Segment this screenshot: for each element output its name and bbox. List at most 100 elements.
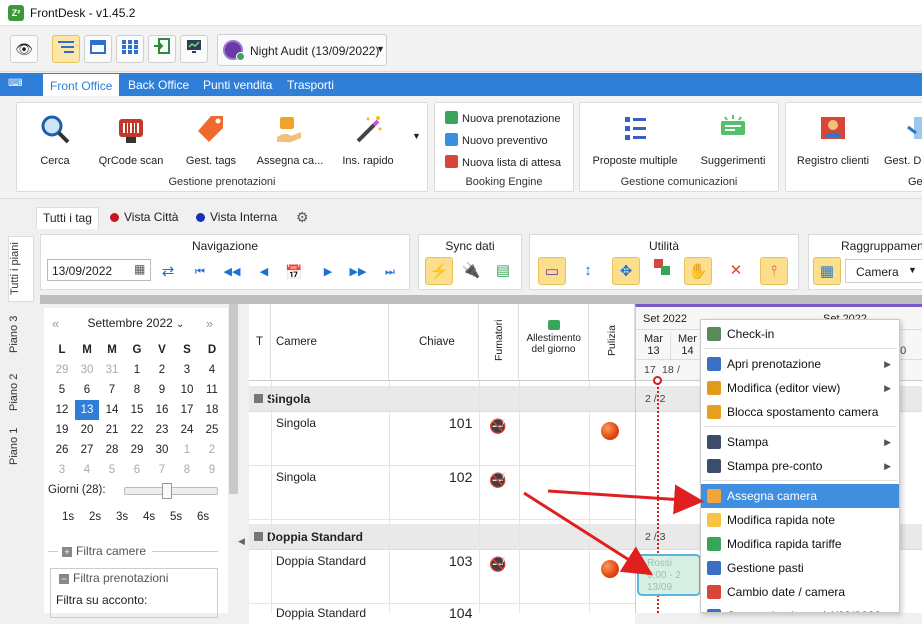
- calendar-day[interactable]: 29: [50, 360, 74, 380]
- calendar-day[interactable]: 30: [75, 360, 99, 380]
- unassign-icon[interactable]: ✕: [722, 257, 750, 285]
- calendar-icon[interactable]: ▦: [134, 262, 145, 276]
- calendar-day[interactable]: 10: [175, 380, 199, 400]
- calendar-day[interactable]: 29: [125, 440, 149, 460]
- day-button-6s[interactable]: 6s: [197, 511, 209, 523]
- header-allestimento[interactable]: Allestimento del giorno: [519, 304, 589, 380]
- tab-vista-interna[interactable]: Vista Interna: [190, 207, 283, 229]
- calendar-day[interactable]: 25: [200, 420, 224, 440]
- menu-item-blocca-spostamento-camera[interactable]: Blocca spostamento camera: [701, 400, 899, 424]
- lightning-icon[interactable]: ⚡: [425, 257, 453, 285]
- menu-item-cambio-date-camera[interactable]: Cambio date / camera: [701, 580, 899, 604]
- sync-grid-icon[interactable]: ▤: [489, 257, 517, 285]
- calendar-day[interactable]: 4: [75, 460, 99, 480]
- calendar-day[interactable]: 12: [50, 400, 74, 420]
- vtab-tutti-i-piani[interactable]: Tutti i piani: [8, 236, 34, 302]
- calendar-day[interactable]: 2: [200, 440, 224, 460]
- calendar-day[interactable]: 5: [100, 460, 124, 480]
- gear-icon[interactable]: ⚙: [296, 209, 309, 226]
- planner-view-icon[interactable]: [52, 35, 80, 63]
- day-button-1s[interactable]: 1s: [62, 511, 74, 523]
- menu-item-modifica-rapida-note[interactable]: Modifica rapida note: [701, 508, 899, 532]
- first-page-icon[interactable]: ⏮: [191, 262, 209, 282]
- calendar-day[interactable]: 6: [125, 460, 149, 480]
- menu-item-assegna-camera[interactable]: Assegna camera: [701, 484, 899, 508]
- menu-item-sposta-da-giorno-14-09-2022[interactable]: Sposta da giorno 14/09/2022: [701, 604, 899, 612]
- menu-back-office[interactable]: Back Office: [121, 73, 196, 96]
- gest-tags-button[interactable]: Gest. tags: [179, 113, 243, 167]
- calendar-day[interactable]: 4: [200, 360, 224, 380]
- back-icon[interactable]: ◀: [255, 262, 273, 282]
- day-button-2s[interactable]: 2s: [89, 511, 101, 523]
- calendar-day[interactable]: 26: [50, 440, 74, 460]
- nuova-prenotazione-button[interactable]: Nuova prenotazione: [445, 111, 560, 125]
- menu-item-modifica-rapida-tariffe[interactable]: Modifica rapida tariffe: [701, 532, 899, 556]
- next-month-icon[interactable]: »: [206, 316, 213, 331]
- calendar-day[interactable]: 8: [125, 380, 149, 400]
- calendar-day[interactable]: 13: [75, 400, 99, 420]
- calendar-day[interactable]: 9: [200, 460, 224, 480]
- filtra-prenotazioni-toggle[interactable]: − Filtra prenotazioni: [56, 571, 172, 585]
- gest-d-button[interactable]: Gest. D: [884, 113, 922, 167]
- ribbon-more-chevron-icon[interactable]: ▼: [412, 131, 421, 141]
- calendar-day[interactable]: 19: [50, 420, 74, 440]
- today-calendar-icon[interactable]: 📅: [285, 262, 303, 282]
- calendar-day[interactable]: 20: [75, 420, 99, 440]
- day-button-4s[interactable]: 4s: [143, 511, 155, 523]
- night-audit-dropdown[interactable]: Night Audit (13/09/2022) ▼: [217, 34, 387, 66]
- calendar-day[interactable]: 7: [100, 380, 124, 400]
- calendar-day[interactable]: 3: [50, 460, 74, 480]
- splitter-bar[interactable]: [40, 295, 922, 304]
- side-scrollbar[interactable]: [229, 304, 238, 494]
- calendar-day[interactable]: 11: [200, 380, 224, 400]
- menu-item-modifica-editor-view-[interactable]: Modifica (editor view) ▶: [701, 376, 899, 400]
- cleaning-status-icon[interactable]: [601, 560, 619, 578]
- ins-rapido-button[interactable]: Ins. rapido: [337, 113, 399, 167]
- date-picker[interactable]: 13/09/2022 ▦: [47, 259, 151, 281]
- suggerimenti-button[interactable]: Suggerimenti: [692, 113, 774, 167]
- menu-punti-vendita[interactable]: Punti vendita: [196, 73, 279, 96]
- giorni-slider-thumb[interactable]: [162, 483, 172, 499]
- calendar-day[interactable]: 21: [100, 420, 124, 440]
- menu-front-office[interactable]: Front Office: [42, 73, 121, 96]
- forward-icon[interactable]: ▶: [319, 262, 337, 282]
- vtab-piano-3[interactable]: Piano 3: [8, 314, 34, 354]
- raggruppamento-select[interactable]: Camera ▼: [845, 259, 922, 283]
- vtab-piano-1[interactable]: Piano 1: [8, 426, 34, 466]
- proposte-multiple-button[interactable]: Proposte multiple: [586, 113, 684, 167]
- nuovo-preventivo-button[interactable]: Nuovo preventivo: [445, 133, 548, 147]
- calendar-day[interactable]: 17: [175, 400, 199, 420]
- calendar-day[interactable]: 1: [125, 360, 149, 380]
- calendar-day[interactable]: 7: [150, 460, 174, 480]
- plug-icon[interactable]: 🔌: [457, 257, 485, 285]
- fast-forward-icon[interactable]: ▶▶: [349, 262, 367, 282]
- vtab-piano-2[interactable]: Piano 2: [8, 372, 34, 412]
- calendar-day[interactable]: 1: [175, 440, 199, 460]
- menu-item-stampa-pre-conto[interactable]: Stampa pre-conto ▶: [701, 454, 899, 478]
- eye-icon[interactable]: 👁: [10, 35, 38, 63]
- cleaning-status-icon[interactable]: [601, 422, 619, 440]
- registro-clienti-button[interactable]: Registro clienti: [792, 113, 874, 167]
- calendar-day[interactable]: 2: [150, 360, 174, 380]
- calendar-day[interactable]: 9: [150, 380, 174, 400]
- calendar-day[interactable]: 18: [200, 400, 224, 420]
- calendar-day[interactable]: 16: [150, 400, 174, 420]
- calendar-day[interactable]: 3: [175, 360, 199, 380]
- menu-item-gestione-pasti[interactable]: Gestione pasti: [701, 556, 899, 580]
- calendar-month-title[interactable]: Settembre 2022 ⌄: [44, 316, 228, 330]
- timeline-marker-icon[interactable]: ⫯: [760, 257, 788, 285]
- qrcode-scan-button[interactable]: QrCode scan: [95, 113, 167, 167]
- room-swap-icon[interactable]: [648, 257, 676, 285]
- header-camere[interactable]: Camere: [271, 304, 389, 380]
- collapse-left-icon[interactable]: ◀: [238, 536, 245, 547]
- move-arrows-icon[interactable]: ✥: [612, 257, 640, 285]
- menu-item-stampa[interactable]: Stampa ▶: [701, 430, 899, 454]
- message-icon[interactable]: ▭: [538, 257, 566, 285]
- last-page-icon[interactable]: ⏭: [381, 262, 399, 282]
- menu-item-check-in[interactable]: Check-in: [701, 322, 899, 346]
- header-fumatori[interactable]: Fumatori: [479, 304, 519, 380]
- filtra-camere-toggle[interactable]: + Filtra camere: [62, 544, 146, 558]
- assign-hand-icon[interactable]: ✋: [684, 257, 712, 285]
- timeline-day-13[interactable]: Mar 13: [644, 333, 663, 357]
- nuova-lista-attesa-button[interactable]: Nuova lista di attesa: [445, 155, 561, 169]
